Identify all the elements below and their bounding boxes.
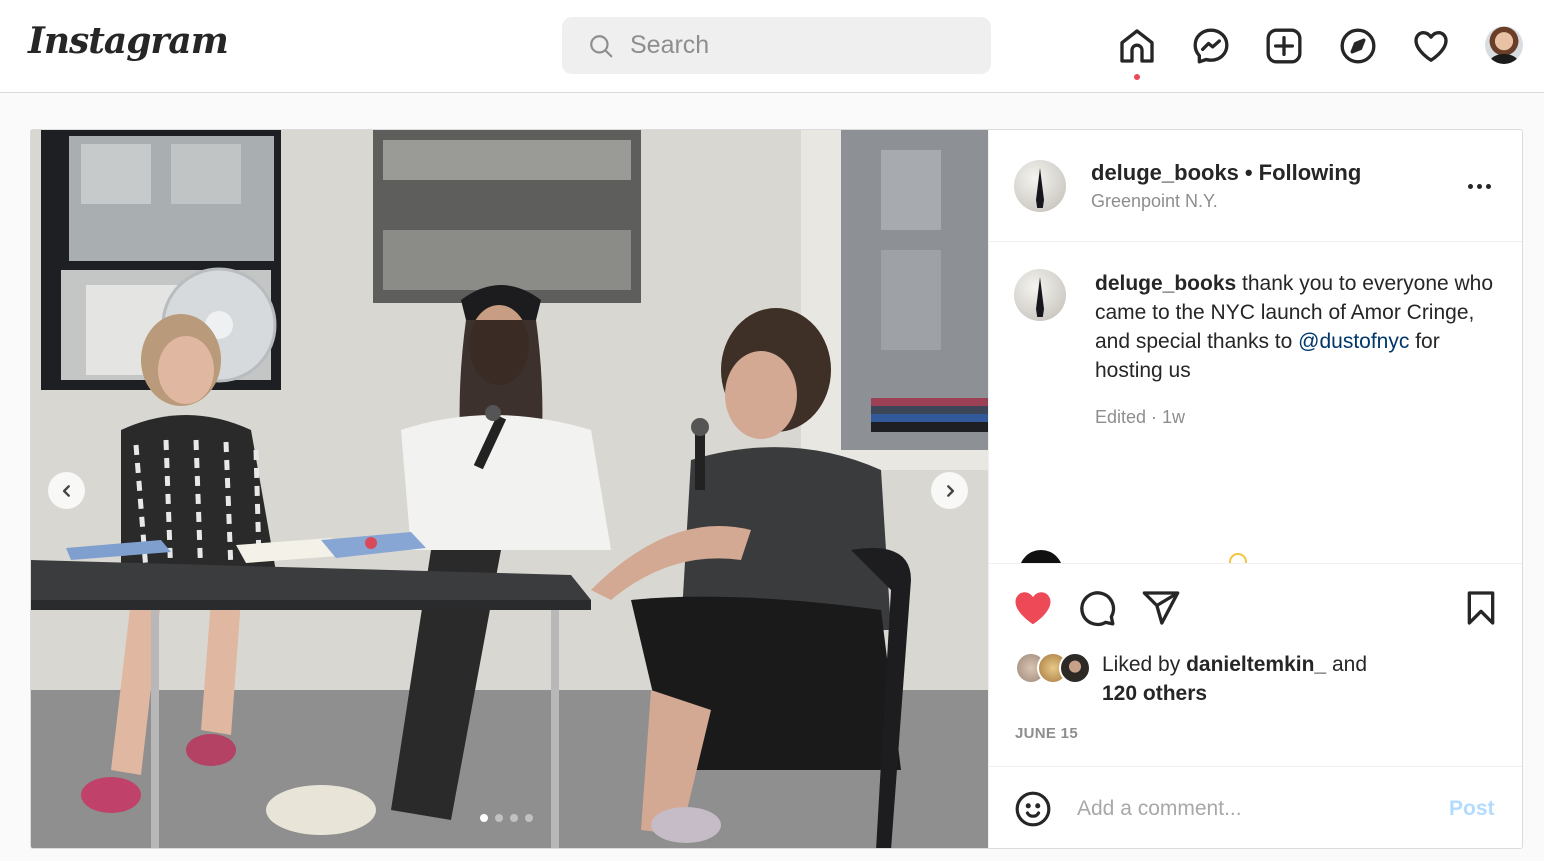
share-button[interactable] [1139,586,1183,630]
more-dot-icon [1476,183,1482,189]
new-post-button[interactable] [1262,24,1306,68]
following-button[interactable]: Following [1259,160,1362,185]
post-comment-button[interactable]: Post [1449,797,1495,821]
more-dot-icon [1467,183,1473,189]
likes-prefix: Liked by [1102,653,1187,676]
carousel-dot[interactable] [525,814,533,822]
profile-avatar[interactable] [1485,26,1523,64]
smiley-icon [1015,791,1051,827]
post-actions: Liked by danieltemkin_ and 120 others JU… [989,563,1522,766]
post-location[interactable]: Greenpoint N.Y. [1091,191,1218,212]
comment-avatar[interactable] [1019,550,1063,563]
carousel-prev-button[interactable] [48,472,85,509]
home-icon [1120,29,1154,63]
compass-icon [1340,28,1376,64]
likes-summary: Liked by danieltemkin_ and 120 others [1102,650,1367,708]
likes-others-link[interactable]: 120 others [1102,682,1207,705]
caption-username[interactable]: deluge_books [1095,272,1236,295]
heart-icon [1414,30,1448,62]
comments-section[interactable]: deluge_books thank you to everyone who c… [989,243,1522,563]
home-active-indicator [1134,74,1140,80]
add-comment-bar: Post [989,766,1522,848]
chevron-right-icon [946,484,954,497]
caption-meta: Edited · 1w [1095,407,1186,427]
liker-avatars[interactable] [1015,652,1095,686]
carousel-dot[interactable] [495,814,503,822]
author-avatar[interactable] [1014,160,1066,212]
home-button[interactable] [1115,24,1159,68]
caption-author-avatar[interactable] [1014,269,1066,321]
liker-username[interactable]: danieltemkin_ [1186,653,1326,676]
carousel-next-button[interactable] [931,472,968,509]
author-username[interactable]: deluge_books [1091,160,1239,185]
likes-joiner: and [1326,653,1367,676]
messenger-icon [1193,28,1229,64]
post-card: deluge_books • Following Greenpoint N.Y. d… [30,129,1523,849]
like-button[interactable] [1011,586,1055,630]
save-button[interactable] [1459,586,1503,630]
post-header: deluge_books • Following Greenpoint N.Y. [989,130,1522,242]
paper-plane-icon [1142,591,1180,625]
post-media[interactable] [31,130,988,848]
comment-icon [1080,591,1116,627]
heart-filled-icon [1015,592,1051,625]
chevron-left-icon [62,484,70,497]
explore-button[interactable] [1336,24,1380,68]
carousel-indicator [480,814,533,822]
bookmark-icon [1467,591,1495,625]
emoji-button[interactable] [1013,789,1053,829]
separator-dot: • [1244,160,1253,185]
author-line: deluge_books • Following [1091,160,1361,186]
post-date[interactable]: JUNE 15 [1015,725,1078,742]
caption-mention-link[interactable]: @dustofnyc [1298,330,1409,353]
more-options-button[interactable] [1463,176,1495,196]
more-dot-icon [1485,183,1491,189]
messenger-button[interactable] [1189,24,1233,68]
post-caption: deluge_books thank you to everyone who c… [1095,269,1495,385]
carousel-dot[interactable] [510,814,518,822]
comment-input[interactable] [1077,789,1417,829]
comment-button[interactable] [1075,586,1119,630]
comment-emoji [1229,553,1247,563]
plus-square-icon [1266,28,1302,64]
post-photo [31,130,988,848]
activity-button[interactable] [1409,24,1453,68]
nav-icons [0,24,1544,74]
post-sidebar: deluge_books • Following Greenpoint N.Y. d… [988,130,1522,848]
top-navigation-bar: Instagram [0,0,1544,93]
liker-avatar [1059,652,1091,684]
carousel-dot[interactable] [480,814,488,822]
